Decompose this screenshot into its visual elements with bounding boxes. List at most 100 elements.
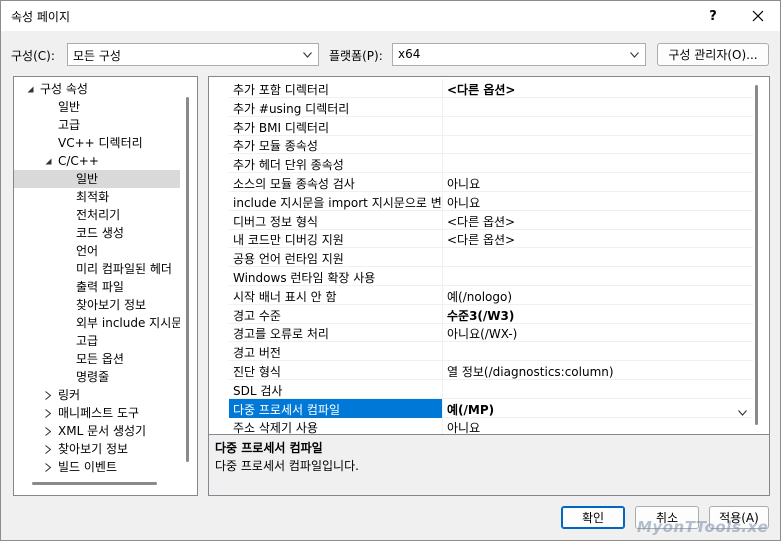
- column-divider: [442, 304, 443, 324]
- title-bar: 속성 페이지 ?: [1, 1, 780, 31]
- property-name: 시작 배너 표시 안 함: [233, 289, 337, 304]
- property-row[interactable]: include 지시문을 import 지시문으로 변 아니요: [229, 191, 753, 211]
- tree-item-label: C/C++: [58, 154, 99, 168]
- ok-button[interactable]: 확인: [561, 506, 625, 529]
- property-value[interactable]: 예(/nologo): [447, 288, 737, 305]
- tree-item[interactable]: 찾아보기 정보: [14, 296, 180, 314]
- property-name: 진단 형식: [233, 365, 281, 379]
- property-row[interactable]: 디버그 정보 형식 <다른 옵션>: [229, 210, 753, 230]
- tree-item-label: 최적화: [76, 190, 110, 204]
- property-value[interactable]: <다른 옵션>: [447, 81, 737, 98]
- tree-item[interactable]: 모든 옵션: [14, 350, 180, 368]
- property-value[interactable]: <다른 옵션>: [447, 213, 737, 230]
- watermark-text: MyonTTools.xe: [637, 518, 769, 536]
- config-select[interactable]: 모든 구성: [67, 43, 319, 66]
- property-value[interactable]: <다른 옵션>: [447, 231, 737, 248]
- expanded-triangle-icon[interactable]: [43, 152, 53, 170]
- collapsed-triangle-icon[interactable]: [43, 386, 53, 404]
- property-row[interactable]: 공용 언어 런타임 지원: [229, 248, 753, 268]
- property-tree: 구성 속성 일반 고급 VC++ 디렉터리 C/C++ 일반 최적화 전처리기 코드 생성 언어 미…: [13, 76, 198, 496]
- tree-item[interactable]: 명령줄: [14, 368, 180, 386]
- close-icon: [752, 10, 764, 22]
- property-row[interactable]: 경고 수준 수준3(/W3): [229, 304, 753, 324]
- tree-item-label: 찾아보기 정보: [58, 442, 129, 456]
- tree-item[interactable]: 찾아보기 정보: [14, 440, 180, 458]
- chevron-down-icon: [630, 52, 639, 58]
- tree-item[interactable]: XML 문서 생성기: [14, 422, 180, 440]
- property-name: 경고를 오류로 처리: [233, 327, 329, 342]
- collapsed-triangle-icon[interactable]: [43, 422, 53, 440]
- column-divider: [442, 97, 443, 117]
- property-value[interactable]: 아니요: [447, 175, 737, 192]
- property-row[interactable]: Windows 런타임 확장 사용: [229, 267, 753, 286]
- tree-item[interactable]: 출력 파일: [14, 278, 180, 296]
- expanded-triangle-icon[interactable]: [25, 80, 35, 98]
- tree-item[interactable]: 코드 생성: [14, 224, 180, 242]
- tree-vertical-scrollbar[interactable]: [186, 97, 189, 462]
- property-row[interactable]: 시작 배너 표시 안 함 예(/nologo): [229, 285, 753, 305]
- property-row[interactable]: 추가 포함 디렉터리 <다른 옵션>: [229, 79, 753, 98]
- tree-item[interactable]: 최적화: [14, 188, 180, 206]
- help-button[interactable]: ?: [693, 1, 733, 31]
- column-divider: [442, 379, 443, 399]
- property-row[interactable]: 경고를 오류로 처리 아니요(/WX-): [229, 323, 753, 343]
- property-row[interactable]: 추가 모듈 종속성: [229, 135, 753, 155]
- tree-item[interactable]: 빌드 이벤트: [14, 458, 180, 476]
- collapsed-triangle-icon[interactable]: [43, 440, 53, 458]
- property-value[interactable]: 예(/MP): [447, 401, 737, 418]
- tree-item[interactable]: C/C++: [14, 152, 180, 170]
- config-manager-button[interactable]: 구성 관리자(O)...: [657, 43, 769, 66]
- property-name: 내 코드만 디버깅 지원: [233, 233, 344, 248]
- column-divider: [442, 417, 443, 434]
- property-row[interactable]: SDL 검사: [229, 379, 753, 399]
- property-row[interactable]: 내 코드만 디버깅 지원 <다른 옵션>: [229, 229, 753, 249]
- property-name: Windows 런타임 확장 사용: [233, 271, 376, 285]
- tree-item[interactable]: 전처리기: [14, 206, 180, 224]
- column-divider: [442, 229, 443, 249]
- close-button[interactable]: [738, 1, 778, 31]
- tree-item[interactable]: VC++ 디렉터리: [14, 134, 180, 152]
- tree-item[interactable]: 언어: [14, 242, 180, 260]
- property-row[interactable]: 다중 프로세서 컴파일 예(/MP): [229, 398, 753, 418]
- property-value[interactable]: 아니요: [447, 419, 737, 434]
- property-row[interactable]: 추가 헤더 단위 종속성: [229, 154, 753, 174]
- property-value[interactable]: 열 정보(/diagnostics:column): [447, 363, 737, 380]
- property-value[interactable]: 아니요(/WX-): [447, 325, 737, 342]
- tree-item-label: 링커: [58, 388, 81, 402]
- property-row[interactable]: 경고 버전: [229, 342, 753, 362]
- column-divider: [442, 210, 443, 230]
- tree-item[interactable]: 외부 include 지시문: [14, 314, 180, 332]
- property-name: 다중 프로세서 컴파일: [233, 402, 340, 417]
- config-value: 모든 구성: [73, 49, 121, 63]
- property-row[interactable]: 주소 삭제기 사용 아니요: [229, 417, 753, 434]
- tree-item[interactable]: 일반: [14, 98, 180, 116]
- tree-item-label: VC++ 디렉터리: [58, 136, 143, 150]
- tree-item-label: XML 문서 생성기: [58, 424, 147, 438]
- tree-item[interactable]: 고급: [14, 332, 180, 350]
- property-row[interactable]: 추가 #using 디렉터리: [229, 97, 753, 117]
- property-value[interactable]: 수준3(/W3): [447, 307, 737, 324]
- property-name: 소스의 모듈 종속성 검사: [233, 177, 355, 191]
- tree-item[interactable]: 고급: [14, 116, 180, 134]
- tree-item[interactable]: 일반: [14, 170, 180, 188]
- tree-item[interactable]: 구성 속성: [14, 80, 180, 98]
- property-name: 추가 #using 디렉터리: [233, 101, 350, 116]
- property-row[interactable]: 소스의 모듈 종속성 검사 아니요: [229, 173, 753, 192]
- column-divider: [442, 285, 443, 305]
- tree-item-label: 모든 옵션: [76, 352, 124, 366]
- grid-vertical-scrollbar[interactable]: [755, 85, 758, 425]
- tree-item-label: 언어: [76, 244, 99, 258]
- property-row[interactable]: 추가 BMI 디렉터리: [229, 116, 753, 136]
- collapsed-triangle-icon[interactable]: [43, 404, 53, 422]
- property-value[interactable]: 아니요: [447, 194, 737, 211]
- property-row[interactable]: 진단 형식 열 정보(/diagnostics:column): [229, 361, 753, 380]
- tree-horizontal-scrollbar[interactable]: [32, 482, 157, 485]
- platform-select[interactable]: x64: [392, 43, 646, 66]
- tree-item[interactable]: 미리 컴파일된 헤더: [14, 260, 180, 278]
- property-name: 디버그 정보 형식: [233, 214, 318, 229]
- collapsed-triangle-icon[interactable]: [43, 458, 53, 476]
- tree-item-label: 외부 include 지시문: [76, 316, 180, 330]
- tree-item[interactable]: 매니페스트 도구: [14, 404, 180, 422]
- tree-item-label: 명령줄: [76, 370, 110, 384]
- tree-item[interactable]: 링커: [14, 386, 180, 404]
